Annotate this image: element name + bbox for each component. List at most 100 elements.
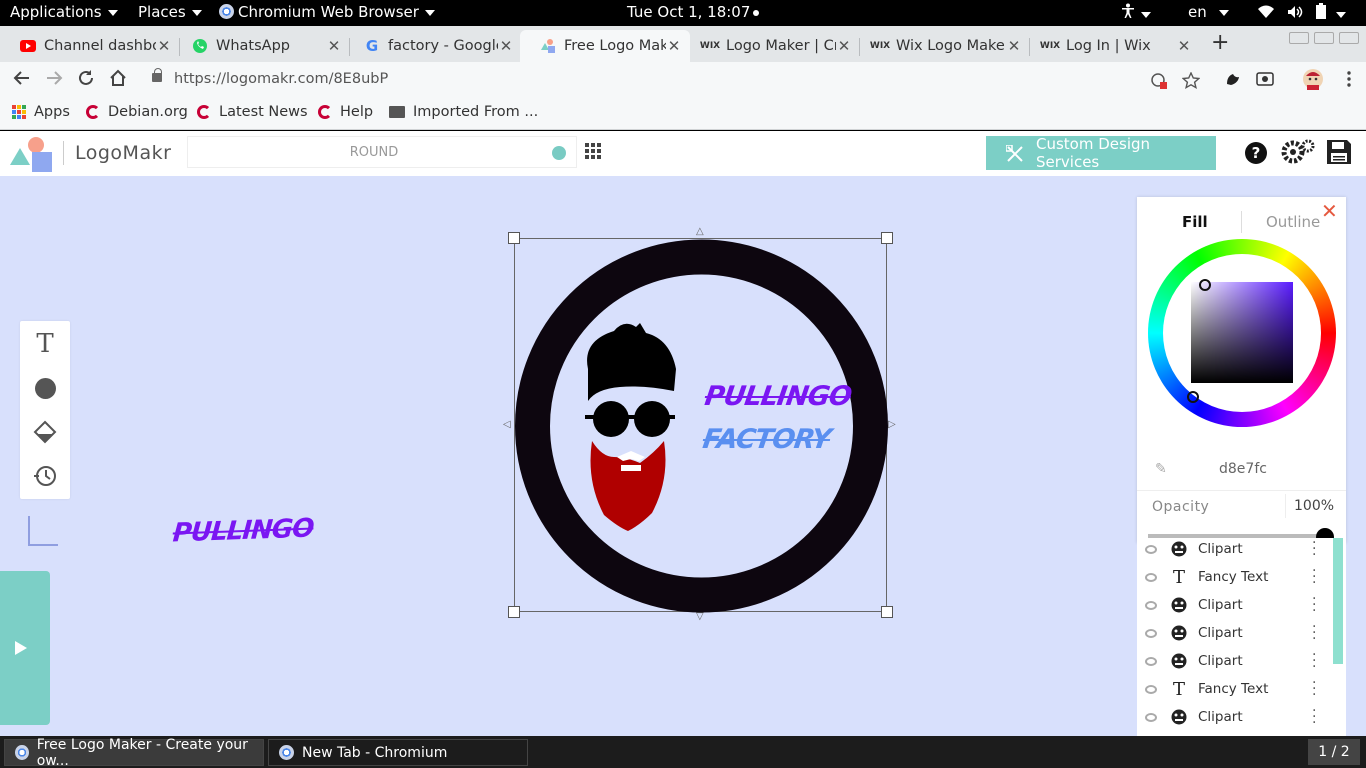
tab-whatsapp[interactable]: WhatsApp ✕	[172, 30, 350, 62]
bookmark-apps[interactable]: Apps	[12, 104, 70, 120]
location-blocked-icon[interactable]	[1150, 72, 1168, 90]
screenshot-icon[interactable]	[1256, 70, 1274, 88]
clock[interactable]: Tue Oct 1, 18:07	[627, 3, 760, 21]
logo-text-pullingo[interactable]: PULLINGO	[703, 381, 853, 412]
layer-row[interactable]: Clipart · · ·	[1137, 536, 1332, 565]
resize-handle-top-left[interactable]	[508, 232, 520, 244]
taskbar-item-logo-maker[interactable]: Free Logo Maker - Create your ow...	[4, 737, 264, 768]
saturation-value-knob[interactable]	[1199, 279, 1211, 291]
tab-free-logo-maker[interactable]: Free Logo Make ✕	[520, 30, 690, 62]
layer-row[interactable]: T Fancy Text · · ·	[1137, 676, 1332, 705]
resize-handle-bottom-right[interactable]	[881, 606, 893, 618]
more-vert-icon[interactable]: · · ·	[1312, 648, 1316, 674]
history-icon[interactable]	[32, 463, 58, 489]
resize-arrow-bottom[interactable]: ▽	[696, 611, 704, 622]
bookmark-star-icon[interactable]	[1182, 72, 1200, 90]
accessibility-menu[interactable]	[1121, 3, 1151, 23]
bearded-man-clipart[interactable]	[585, 323, 676, 531]
resize-arrow-top[interactable]: △	[696, 226, 704, 237]
tab-channel-dashboard[interactable]: Channel dashboa✕	[0, 30, 180, 62]
tab-logo-maker-wix[interactable]: WIX Logo Maker | Cr ✕	[682, 30, 860, 62]
applications-menu[interactable]: Applications	[10, 3, 118, 21]
search-icon[interactable]	[552, 146, 566, 160]
more-vert-icon[interactable]: · · ·	[1312, 620, 1316, 646]
tab-factory-google[interactable]: G factory - Google ✕	[344, 30, 522, 62]
bookmark-latest-news[interactable]: Latest News	[197, 104, 308, 120]
address-bar[interactable]: https://logomakr.com/8E8ubP	[140, 65, 1212, 95]
layer-row[interactable]: Clipart · · ·	[1137, 704, 1332, 733]
profile-avatar[interactable]	[1302, 68, 1324, 90]
visibility-eye-icon[interactable]	[1145, 713, 1157, 722]
layers-scrollbar[interactable]	[1333, 538, 1343, 664]
layer-row[interactable]: Clipart · · ·	[1137, 620, 1332, 649]
opacity-input[interactable]: 100%	[1285, 494, 1345, 518]
logomakr-logo[interactable]	[10, 135, 54, 173]
more-vert-icon[interactable]: · · ·	[1312, 676, 1316, 702]
taskbar-item-new-tab[interactable]: New Tab - Chromium	[268, 739, 528, 766]
custom-design-services-button[interactable]: Custom Design Services	[986, 135, 1216, 171]
minimize-window-button[interactable]	[1289, 32, 1309, 44]
more-vert-icon[interactable]: · · ·	[1312, 704, 1316, 730]
settings-gear-icon[interactable]	[1281, 138, 1315, 166]
hex-value[interactable]: d8e7fc	[1219, 461, 1267, 477]
hue-knob[interactable]	[1187, 391, 1199, 403]
more-vert-icon[interactable]: · · ·	[1312, 592, 1316, 618]
maximize-window-button[interactable]	[1314, 32, 1334, 44]
floating-text-element[interactable]: PULLINGO	[172, 514, 315, 549]
tab-wix-logo-maker[interactable]: WIX Wix Logo Maker ✕	[852, 30, 1030, 62]
close-icon[interactable]: ✕	[1176, 37, 1192, 55]
close-icon[interactable]: ✕	[326, 37, 342, 55]
play-tutorial-button[interactable]	[0, 571, 50, 725]
home-icon[interactable]	[108, 68, 128, 88]
save-icon[interactable]	[1326, 139, 1352, 165]
saturation-value-square[interactable]	[1191, 282, 1293, 383]
visibility-eye-icon[interactable]	[1145, 657, 1157, 666]
design-workspace[interactable]: T PULLINGO PULLINGO FACTORY △ ▽ ◁ ▷ Fill…	[0, 176, 1366, 736]
help-icon[interactable]: ?	[1244, 141, 1268, 165]
logo-ring[interactable]	[515, 239, 888, 613]
bookmark-help[interactable]: Help	[318, 104, 373, 120]
layer-row[interactable]: T Fancy Text · · ·	[1137, 564, 1332, 593]
visibility-eye-icon[interactable]	[1145, 601, 1157, 610]
system-status-menu[interactable]	[1258, 3, 1347, 23]
language-menu[interactable]: en	[1188, 3, 1229, 21]
forward-arrow-icon[interactable]	[44, 68, 64, 88]
visibility-eye-icon[interactable]	[1145, 685, 1157, 694]
visibility-eye-icon[interactable]	[1145, 629, 1157, 638]
resize-handle-bottom-left[interactable]	[508, 606, 520, 618]
browser-app-menu[interactable]: Chromium Web Browser	[219, 3, 435, 21]
fill-tool-icon[interactable]	[32, 419, 58, 445]
selected-logo-group[interactable]: PULLINGO FACTORY	[514, 238, 888, 613]
resize-arrow-right[interactable]: ▷	[888, 419, 896, 430]
reload-icon[interactable]	[76, 68, 96, 88]
bookmark-debian[interactable]: Debian.org	[86, 104, 188, 120]
back-arrow-icon[interactable]	[12, 68, 32, 88]
tab-outline[interactable]: Outline	[1266, 213, 1320, 231]
bookmark-imported[interactable]: Imported From ...	[389, 104, 538, 120]
resize-handle-top-right[interactable]	[881, 232, 893, 244]
new-tab-button[interactable]: +	[1211, 30, 1229, 55]
tab-log-in-wix[interactable]: WIX Log In | Wix ✕	[1022, 30, 1200, 62]
more-vert-icon[interactable]: · · ·	[1312, 536, 1316, 562]
close-icon[interactable]: ✕	[498, 37, 514, 55]
text-tool-icon[interactable]: T	[32, 329, 58, 359]
logo-text-factory[interactable]: FACTORY	[701, 424, 832, 455]
shape-tool-icon[interactable]	[32, 375, 58, 401]
eyedropper-icon[interactable]: ✎	[1155, 461, 1167, 477]
layer-row[interactable]: Clipart · · ·	[1137, 592, 1332, 621]
close-icon[interactable]: ✕	[836, 37, 852, 55]
close-window-button[interactable]	[1339, 32, 1359, 44]
close-icon[interactable]: ✕	[666, 37, 682, 55]
more-vert-icon[interactable]: · · ·	[1312, 564, 1316, 590]
places-menu[interactable]: Places	[138, 3, 202, 21]
extension-icon[interactable]	[1224, 70, 1242, 88]
layer-row[interactable]: Clipart · · ·	[1137, 648, 1332, 677]
apps-menu-icon[interactable]	[585, 143, 601, 159]
workspace-pager[interactable]: 1 / 2	[1308, 739, 1360, 765]
close-icon[interactable]: ✕	[1006, 37, 1022, 55]
visibility-eye-icon[interactable]	[1145, 545, 1157, 554]
tab-fill[interactable]: Fill	[1182, 213, 1208, 231]
close-icon[interactable]: ✕	[156, 37, 172, 55]
visibility-eye-icon[interactable]	[1145, 573, 1157, 582]
clipart-search-input[interactable]: ROUND	[187, 136, 577, 168]
